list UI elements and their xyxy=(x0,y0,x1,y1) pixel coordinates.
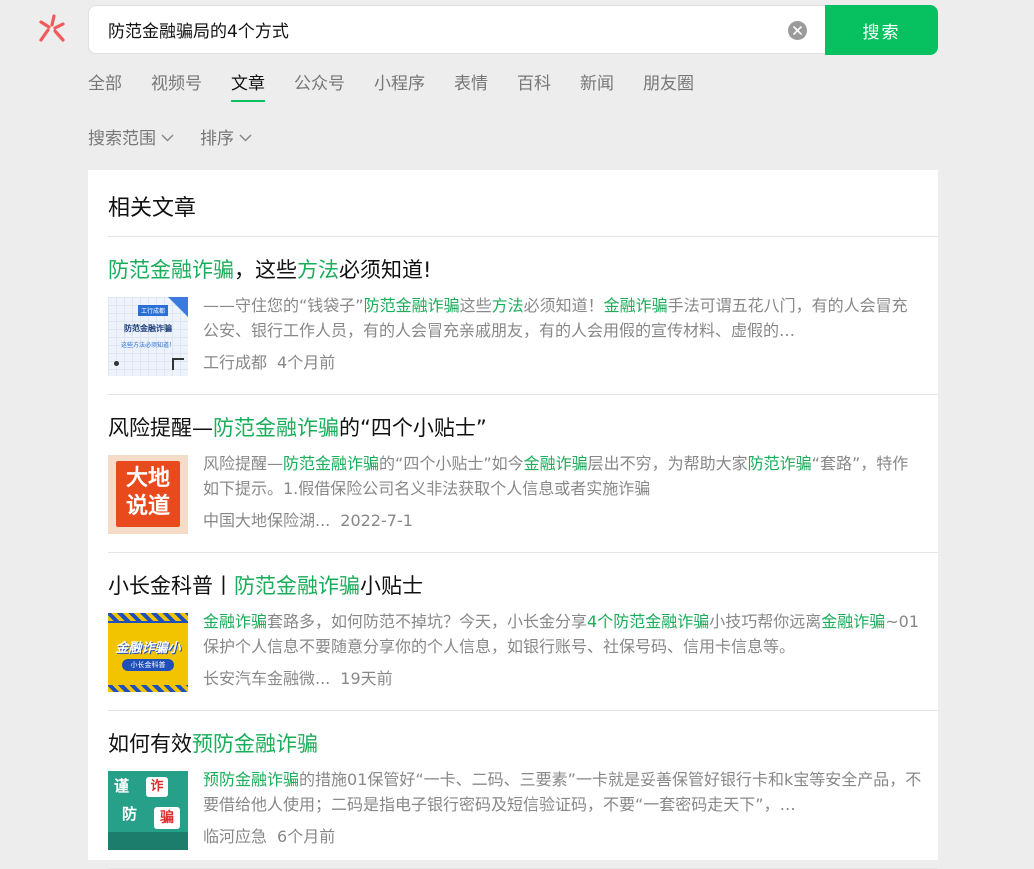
article-snippet: ——守住您的“钱袋子”防范金融诈骗这些方法必须知道！金融诈骗手法可谓五花八门，有… xyxy=(203,293,923,343)
text-segment: 的“四个小贴士”如今 xyxy=(379,454,524,473)
article-snippet: 金融诈骗套路多，如何防范不掉坑？今天，小长金分享4个防范金融诈骗小技巧帮你远离金… xyxy=(203,609,923,659)
tab-8[interactable]: 朋友圈 xyxy=(643,72,694,102)
filter-label: 搜索范围 xyxy=(88,129,156,149)
text-segment: 套路多，如何防范不掉坑？今天，小长金分享 xyxy=(267,612,588,631)
thumb-text: 说道 xyxy=(125,494,170,519)
thumb-text: 谨 xyxy=(114,777,130,795)
article-source[interactable]: 临河应急 xyxy=(203,827,267,846)
article-meta: 临河应急 6个月前 xyxy=(203,823,335,847)
text-segment: 层出不穷，为帮助大家 xyxy=(587,454,748,473)
chevron-down-icon xyxy=(156,127,174,147)
text-segment: 的措施01保管好“一卡、二码、三要素”一卡就是妥善保管好银行卡和k宝等安全产品，… xyxy=(203,770,922,814)
keyword-highlight: 金融诈骗 xyxy=(603,296,668,315)
keyword-highlight: 4个防范金融诈骗 xyxy=(587,612,710,631)
article-snippet: 风险提醒—防范金融诈骗的“四个小贴士”如今金融诈骗层出不穷，为帮助大家防范诈骗“… xyxy=(203,451,923,501)
filter-bar: 搜索范围 排序 xyxy=(88,124,278,149)
article-time: 19天前 xyxy=(340,669,393,688)
keyword-highlight: 方法 xyxy=(297,258,339,282)
keyword-highlight: 防范金融诈骗 xyxy=(363,296,460,315)
tab-7[interactable]: 新闻 xyxy=(580,72,614,102)
article-meta: 工行成都 4个月前 xyxy=(203,349,335,373)
tab-2[interactable]: 文章 xyxy=(231,72,265,102)
category-tabs: 全部 视频号 文章 公众号 小程序 表情 百科 新闻 朋友圈 xyxy=(88,72,723,102)
text-segment: 如何有效 xyxy=(108,732,192,756)
thumb-text: 小长金科普 xyxy=(122,659,174,671)
article-meta: 长安汽车金融微... 19天前 xyxy=(203,665,393,689)
thumb-text: 大地 xyxy=(125,466,170,491)
thumb-text: 工行成都 xyxy=(138,305,169,316)
article-result[interactable]: 防范金融诈骗，这些方法必须知道! 工行成都 防范金融诈骗 这些方法必须知道！ ——守住您… xyxy=(108,237,938,395)
text-segment: 必须知道! xyxy=(339,258,432,282)
tab-0[interactable]: 全部 xyxy=(88,72,122,102)
tab-4[interactable]: 小程序 xyxy=(374,72,425,102)
keyword-highlight: 预防金融诈骗 xyxy=(192,732,318,756)
search-button[interactable]: 搜索 xyxy=(825,5,938,55)
text-segment: 小技巧帮你远离 xyxy=(709,612,822,631)
text-segment: ——守住您的“钱袋子” xyxy=(203,296,364,315)
article-result[interactable]: 如何有效预防金融诈骗谨诈防骗预防金融诈骗的措施01保管好“一卡、二码、三要素”一… xyxy=(108,711,938,869)
tab-3[interactable]: 公众号 xyxy=(294,72,345,102)
article-thumbnail: 大地 说道 xyxy=(108,455,188,534)
tab-1[interactable]: 视频号 xyxy=(151,72,202,102)
article-source[interactable]: 中国大地保险湖... xyxy=(203,511,330,530)
article-time: 6个月前 xyxy=(277,827,336,846)
text-segment: 这些 xyxy=(459,296,492,315)
keyword-highlight: 防范金融诈骗 xyxy=(108,258,234,282)
section-title: 相关文章 xyxy=(108,196,197,221)
keyword-highlight: 防范诈骗 xyxy=(747,454,812,473)
article-source[interactable]: 长安汽车金融微... xyxy=(203,669,330,688)
article-title[interactable]: 如何有效预防金融诈骗 xyxy=(108,728,318,758)
article-thumbnail: 工行成都防范金融诈骗 这些方法必须知道！ xyxy=(108,297,188,376)
article-thumbnail: 金融诈骗小小长金科普 xyxy=(108,613,188,692)
keyword-highlight: 金融诈骗 xyxy=(523,454,588,473)
thumb-text: 诈 xyxy=(146,777,168,797)
text-segment: 小贴士 xyxy=(360,574,423,598)
article-title[interactable]: 小长金科普丨防范金融诈骗小贴士 xyxy=(108,570,423,600)
article-result[interactable]: 小长金科普丨防范金融诈骗小贴士 金融诈骗小 小长金科普 金融诈骗套路多，如何防范不掉坑… xyxy=(108,553,938,711)
chevron-down-icon xyxy=(234,127,252,147)
thumb-text: 防范金融诈骗 xyxy=(124,324,172,333)
keyword-highlight: 防范金融诈骗 xyxy=(213,416,339,440)
clear-icon[interactable] xyxy=(788,21,807,40)
text-segment: 风险提醒— xyxy=(203,454,284,473)
thumb-text: 防 xyxy=(122,805,138,823)
article-source[interactable]: 工行成都 xyxy=(203,353,267,372)
thumb-text: 这些方法必须知道！ xyxy=(120,342,175,349)
text-segment: ，这些 xyxy=(234,258,297,282)
article-meta: 中国大地保险湖... 2022-7-1 xyxy=(203,507,413,531)
text-segment: 的“四个小贴士” xyxy=(339,416,487,440)
article-result[interactable]: 风险提醒—防范金融诈骗的“四个小贴士” 大地 说道 风险提醒—防范金融诈骗的“四个小贴… xyxy=(108,395,938,553)
search-box xyxy=(88,5,825,54)
article-time: 4个月前 xyxy=(277,353,336,372)
keyword-highlight: 预防金融诈骗 xyxy=(203,770,300,789)
filter-dropdown-1[interactable]: 排序 xyxy=(200,124,252,149)
tab-6[interactable]: 百科 xyxy=(517,72,551,102)
filter-label: 排序 xyxy=(200,129,234,149)
article-title[interactable]: 防范金融诈骗，这些方法必须知道! xyxy=(108,254,431,284)
article-thumbnail: 谨诈防骗 xyxy=(108,771,188,850)
article-snippet: 预防金融诈骗的措施01保管好“一卡、二码、三要素”一卡就是妥善保管好银行卡和k宝… xyxy=(203,767,923,817)
text-segment: 小长金科普丨 xyxy=(108,574,234,598)
keyword-highlight: 金融诈骗 xyxy=(821,612,886,631)
article-title[interactable]: 风险提醒—防范金融诈骗的“四个小贴士” xyxy=(108,412,487,442)
text-segment: 风险提醒— xyxy=(108,416,213,440)
article-time: 2022-7-1 xyxy=(340,511,413,530)
results-panel: 相关文章 防范金融诈骗，这些方法必须知道! 工行成都 防范金融诈骗 这些方法必须知道！… xyxy=(88,170,938,869)
keyword-highlight: 防范金融诈骗 xyxy=(283,454,380,473)
filter-dropdown-0[interactable]: 搜索范围 xyxy=(88,124,174,149)
search-input[interactable] xyxy=(108,6,788,53)
keyword-highlight: 方法 xyxy=(491,296,524,315)
thumb-text: 金融诈骗小 xyxy=(115,641,181,656)
thumb-text: 骗 xyxy=(154,807,180,829)
text-segment: 必须知道！ xyxy=(523,296,604,315)
tab-5[interactable]: 表情 xyxy=(454,72,488,102)
keyword-highlight: 防范金融诈骗 xyxy=(234,574,360,598)
keyword-highlight: 金融诈骗 xyxy=(203,612,268,631)
wechat-search-logo-icon[interactable] xyxy=(36,13,68,45)
